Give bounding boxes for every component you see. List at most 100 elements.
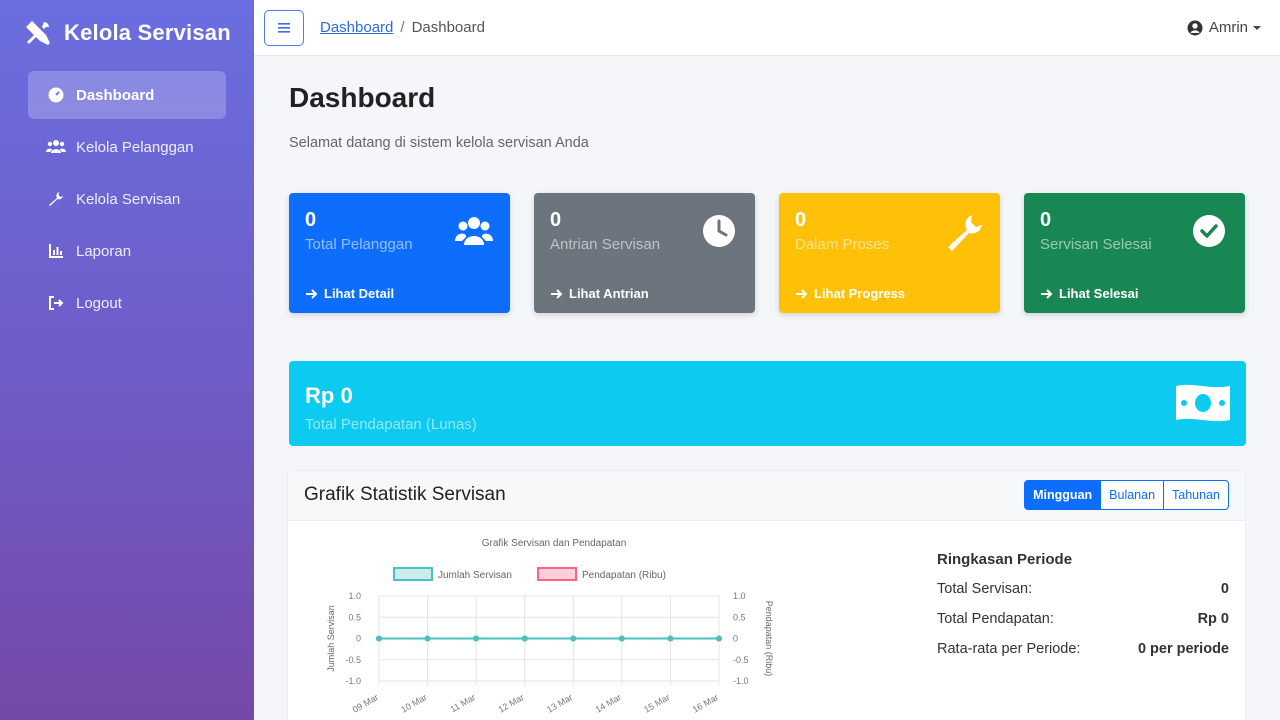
sidebar-item-label: Logout — [76, 294, 122, 312]
legend-label: Jumlah Servisan — [438, 570, 512, 581]
y2-tick-label: -0.5 — [733, 655, 749, 665]
x-tick-label: 14 Mar — [594, 692, 623, 715]
summary-label: Total Servisan: — [937, 581, 1033, 597]
y-axis-title: Jumlah Servisan — [326, 605, 336, 672]
sidebar-item-laporan[interactable]: Laporan — [28, 227, 226, 275]
period-button-bulanan[interactable]: Bulanan — [1101, 480, 1165, 510]
sidebar: Kelola Servisan Dashboard Kelola Pelangg… — [0, 0, 254, 720]
chart-card-header: Grafik Statistik Servisan Mingguan Bulan… — [288, 471, 1245, 521]
brand[interactable]: Kelola Servisan — [0, 0, 254, 66]
stat-link-lihat-progress[interactable]: Lihat Progress — [795, 286, 905, 301]
stat-card-pelanggan: 0 Total Pelanggan Lihat Detail — [289, 193, 510, 313]
stat-value: 0 — [795, 209, 807, 231]
line-chart: Grafik Servisan dan Pendapatan Jumlah Ser… — [326, 538, 774, 715]
money-icon — [1176, 384, 1230, 422]
arrow-right-icon — [306, 288, 318, 299]
chart-icon — [46, 241, 66, 261]
data-point — [618, 635, 625, 642]
x-tick-label: 12 Mar — [496, 692, 525, 715]
clock-icon — [703, 215, 735, 247]
stat-label: Antrian Servisan — [550, 236, 661, 253]
x-tick-label: 11 Mar — [448, 692, 477, 714]
stat-label: Total Pelanggan — [305, 236, 413, 253]
breadcrumb-link-dashboard[interactable]: Dashboard — [320, 19, 393, 36]
y2-axis-title: Pendapatan (Ribu) — [764, 601, 774, 677]
summary-row: Total Pendapatan: Rp 0 — [937, 611, 1229, 627]
chart-card-title: Grafik Statistik Servisan — [304, 484, 506, 505]
arrow-right-icon — [796, 288, 808, 299]
y-tick-label: -0.5 — [345, 655, 361, 665]
data-point — [570, 635, 577, 642]
x-tick-label: 15 Mar — [642, 692, 671, 715]
stat-link-lihat-detail[interactable]: Lihat Detail — [305, 286, 394, 301]
caret-down-icon — [1253, 25, 1261, 30]
tools-icon — [26, 21, 50, 45]
summary-value: Rp 0 — [1197, 611, 1229, 627]
stat-link-lihat-antrian[interactable]: Lihat Antrian — [550, 286, 649, 301]
check-circle-icon — [1193, 215, 1225, 247]
stat-value: 0 — [1040, 209, 1052, 231]
arrow-right-icon — [551, 288, 563, 299]
logout-icon — [46, 293, 66, 313]
chart-title: Grafik Servisan dan Pendapatan — [482, 538, 627, 549]
data-point — [376, 635, 382, 642]
y-tick-label: -1.0 — [345, 676, 361, 686]
data-point — [473, 635, 480, 642]
arrow-right-icon — [1041, 288, 1053, 299]
x-tick-label: 09 Mar — [351, 692, 380, 715]
sidebar-nav: Dashboard Kelola Pelanggan Kelola Servis… — [0, 71, 254, 327]
data-point — [716, 635, 722, 642]
period-summary: Ringkasan Periode Total Servisan: 0 Tota… — [937, 551, 1229, 671]
sidebar-item-kelola-servisan[interactable]: Kelola Servisan — [28, 175, 226, 223]
sidebar-item-label: Kelola Servisan — [76, 190, 181, 208]
user-name: Amrin — [1208, 19, 1248, 36]
revenue-card: Rp 0 Total Pendapatan (Lunas) — [289, 361, 1246, 446]
x-tick-label: 10 Mar — [399, 692, 428, 715]
wrench-icon — [46, 189, 66, 209]
y2-tick-label: 1.0 — [733, 591, 746, 601]
breadcrumb-current: Dashboard — [411, 19, 485, 36]
legend-label: Pendapatan (Ribu) — [582, 570, 666, 581]
wrench-icon — [948, 215, 982, 251]
sidebar-toggle-button[interactable] — [264, 10, 304, 46]
sidebar-item-label: Dashboard — [76, 86, 155, 104]
stat-link-label: Lihat Progress — [814, 286, 906, 301]
summary-label: Total Pendapatan: — [937, 611, 1054, 627]
stat-link-label: Lihat Antrian — [569, 286, 649, 301]
period-toggle: Mingguan Bulanan Tahunan — [1024, 480, 1229, 510]
hamburger-icon — [278, 23, 290, 33]
breadcrumb: Dashboard / Dashboard — [320, 19, 485, 36]
sidebar-item-kelola-pelanggan[interactable]: Kelola Pelanggan — [28, 123, 226, 171]
sidebar-item-logout[interactable]: Logout — [28, 279, 226, 327]
data-point — [521, 635, 528, 642]
brand-name: Kelola Servisan — [64, 20, 231, 45]
legend-swatch — [537, 567, 577, 581]
y-tick-label: 0.5 — [348, 612, 361, 622]
stat-card-proses: 0 Dalam Proses Lihat Progress — [779, 193, 1000, 313]
stat-link-lihat-selesai[interactable]: Lihat Selesai — [1040, 286, 1138, 301]
user-circle-icon — [1187, 20, 1203, 35]
dashboard-icon — [46, 85, 66, 105]
sidebar-item-dashboard[interactable]: Dashboard — [28, 71, 226, 119]
stat-link-label: Lihat Detail — [324, 286, 395, 301]
y2-tick-label: 0.5 — [733, 612, 746, 622]
revenue-value: Rp 0 — [305, 383, 353, 408]
stat-value: 0 — [305, 209, 317, 231]
users-icon — [455, 217, 493, 245]
stat-link-label: Lihat Selesai — [1059, 286, 1139, 301]
x-tick-label: 16 Mar — [691, 692, 720, 715]
y2-tick-label: 0 — [733, 634, 738, 644]
y-tick-label: 0 — [356, 634, 361, 644]
summary-value: 0 per periode — [1137, 641, 1229, 657]
period-button-tahunan[interactable]: Tahunan — [1164, 480, 1229, 510]
stat-card-selesai: 0 Servisan Selesai Lihat Selesai — [1024, 193, 1245, 313]
breadcrumb-separator: / — [400, 19, 405, 36]
legend-swatch — [393, 567, 433, 581]
data-point — [424, 635, 431, 642]
summary-title: Ringkasan Periode — [937, 551, 1073, 568]
period-button-mingguan[interactable]: Mingguan — [1024, 480, 1102, 510]
stat-label: Dalam Proses — [795, 236, 890, 253]
summary-label: Rata-rata per Periode: — [937, 641, 1081, 657]
user-menu[interactable]: Amrin — [1187, 19, 1262, 36]
summary-row: Rata-rata per Periode: 0 per periode — [937, 641, 1229, 657]
